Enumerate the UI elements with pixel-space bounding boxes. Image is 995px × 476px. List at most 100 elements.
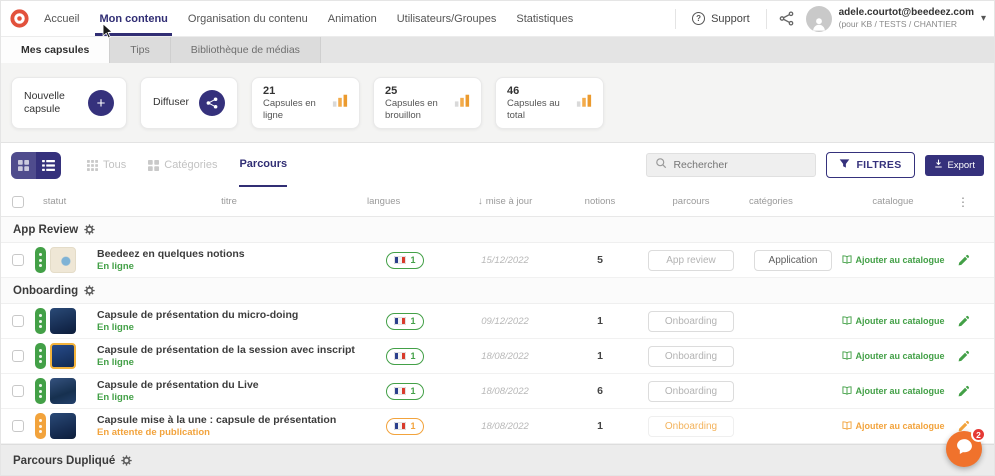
add-to-catalogue-link[interactable]: Ajouter au catalogue xyxy=(842,421,945,432)
capsule-thumbnail[interactable] xyxy=(50,413,76,439)
kebab-menu-icon[interactable]: ⋮ xyxy=(957,195,969,209)
nav-item-animation[interactable]: Animation xyxy=(328,1,377,36)
table-row[interactable]: Capsule de présentation du Live En ligne… xyxy=(1,374,994,409)
column-mise-a-jour[interactable]: ↓ mise à jour xyxy=(449,196,561,207)
edit-pencil-icon[interactable] xyxy=(957,350,970,363)
table-row[interactable]: Capsule de présentation de la session av… xyxy=(1,339,994,374)
support-button[interactable]: ? Support xyxy=(686,12,756,25)
row-checkbox[interactable] xyxy=(12,385,24,397)
table-header: statut titre langues ↓ mise à jour notio… xyxy=(1,187,994,217)
language-badge: 1 xyxy=(386,383,423,400)
capsule-title[interactable]: Beedeez en quelques notions xyxy=(97,248,245,260)
filters-button[interactable]: FILTRES xyxy=(826,152,914,178)
capsule-title[interactable]: Capsule de présentation du micro-doing xyxy=(97,309,298,321)
parcours-pill[interactable]: Onboarding xyxy=(648,416,734,437)
capsule-thumbnail[interactable] xyxy=(50,308,76,334)
bar-chart-icon xyxy=(332,93,348,113)
section-title: App Review xyxy=(13,224,78,236)
table-row[interactable]: Beedeez en quelques notions En ligne 1 1… xyxy=(1,243,994,278)
add-to-catalogue-link[interactable]: Ajouter au catalogue xyxy=(842,255,945,266)
stat-count: 46 xyxy=(507,85,567,97)
edit-pencil-icon[interactable] xyxy=(957,385,970,398)
list-toolbar: Tous Catégories Parcours FILTRES xyxy=(1,143,994,187)
capsule-title[interactable]: Capsule mise à la une : capsule de prése… xyxy=(97,414,336,426)
filter-parcours[interactable]: Parcours xyxy=(239,143,287,187)
share-icon[interactable] xyxy=(199,90,225,116)
capsule-status: En attente de publication xyxy=(97,427,210,438)
add-to-catalogue-link[interactable]: Ajouter au catalogue xyxy=(842,351,945,362)
edit-pencil-icon[interactable] xyxy=(957,254,970,267)
nav-item-accueil[interactable]: Accueil xyxy=(44,1,79,36)
add-to-catalogue-link[interactable]: Ajouter au catalogue xyxy=(842,386,945,397)
french-flag-icon xyxy=(394,422,406,430)
row-checkbox[interactable] xyxy=(12,350,24,362)
question-icon: ? xyxy=(692,12,705,25)
capsule-title[interactable]: Capsule de présentation du Live xyxy=(97,379,259,391)
chevron-down-icon[interactable]: ▾ xyxy=(981,13,986,24)
grid-view-icon[interactable] xyxy=(11,152,36,179)
nav-item-statistiques[interactable]: Statistiques xyxy=(516,1,573,36)
plus-icon[interactable]: + xyxy=(88,90,114,116)
status-badge xyxy=(35,247,46,273)
beedeez-logo-icon[interactable] xyxy=(9,1,30,36)
stat-label: Capsules au total xyxy=(507,98,567,122)
stat-label: Capsules en ligne xyxy=(263,98,323,122)
diffuse-card[interactable]: Diffuser xyxy=(140,77,238,129)
stat-count: 25 xyxy=(385,85,445,97)
tab-bibliotheque-medias[interactable]: Bibliothèque de médias xyxy=(171,37,321,63)
list-view-icon[interactable] xyxy=(36,152,61,179)
chat-widget-button[interactable]: 2 xyxy=(946,431,982,467)
section-header-app-review: App Review xyxy=(1,217,994,243)
filter-tous[interactable]: Tous xyxy=(87,143,126,187)
table-row[interactable]: Capsule de présentation du micro-doing E… xyxy=(1,304,994,339)
catalogue-book-icon xyxy=(842,316,852,327)
nav-item-utilisateurs[interactable]: Utilisateurs/Groupes xyxy=(397,1,497,36)
sort-desc-icon[interactable]: ↓ xyxy=(478,196,483,207)
divider xyxy=(675,9,676,29)
capsule-thumbnail[interactable] xyxy=(50,343,76,369)
capsule-thumbnail[interactable] xyxy=(50,378,76,404)
filter-categories[interactable]: Catégories xyxy=(148,143,217,187)
select-all-checkbox[interactable] xyxy=(12,196,24,208)
capsule-title[interactable]: Capsule de présentation de la session av… xyxy=(97,344,355,356)
tab-mes-capsules[interactable]: Mes capsules xyxy=(1,37,110,63)
gear-icon[interactable] xyxy=(121,455,132,466)
beedeez-app: Accueil Mon contenu Organisation du cont… xyxy=(0,0,995,476)
language-badge: 1 xyxy=(386,313,423,330)
capsule-thumbnail[interactable] xyxy=(50,247,76,273)
view-toggle[interactable] xyxy=(11,152,61,179)
avatar xyxy=(806,6,832,32)
row-checkbox[interactable] xyxy=(12,420,24,432)
parcours-pill[interactable]: Onboarding xyxy=(648,346,734,367)
notions-count: 1 xyxy=(597,350,603,362)
updated-date: 18/08/2022 xyxy=(481,351,529,362)
parcours-pill[interactable]: Onboarding xyxy=(648,311,734,332)
parcours-pill[interactable]: Onboarding xyxy=(648,381,734,402)
edit-pencil-icon[interactable] xyxy=(957,315,970,328)
export-button[interactable]: Export xyxy=(925,155,984,176)
section-title: Parcours Dupliqué xyxy=(13,455,115,467)
parcours-pill[interactable]: App review xyxy=(648,250,734,271)
row-checkbox[interactable] xyxy=(12,315,24,327)
new-capsule-card[interactable]: Nouvelle capsule + xyxy=(11,77,127,129)
nav-item-organisation[interactable]: Organisation du contenu xyxy=(188,1,308,36)
column-categories: catégories xyxy=(743,196,843,207)
user-menu[interactable]: adele.courtot@beedeez.com (pour KB / TES… xyxy=(806,6,986,32)
stat-card-capsules-total: 46 Capsules au total xyxy=(495,77,604,129)
search-box[interactable] xyxy=(646,153,816,177)
gear-icon[interactable] xyxy=(84,224,95,235)
nav-item-mon-contenu[interactable]: Mon contenu xyxy=(99,1,167,36)
search-input[interactable] xyxy=(673,159,807,171)
status-badge xyxy=(35,378,46,404)
bar-chart-icon xyxy=(454,93,470,113)
row-checkbox[interactable] xyxy=(12,254,24,266)
table-row[interactable]: Capsule mise à la une : capsule de prése… xyxy=(1,409,994,444)
new-capsule-label: Nouvelle capsule xyxy=(24,90,78,116)
share-network-icon[interactable] xyxy=(777,11,796,26)
tab-tips[interactable]: Tips xyxy=(110,37,170,63)
toolbar-right: FILTRES Export xyxy=(646,152,984,178)
navbar-right: ? Support adele.courtot@beedeez.com (pou… xyxy=(675,1,986,36)
gear-icon[interactable] xyxy=(84,285,95,296)
add-to-catalogue-link[interactable]: Ajouter au catalogue xyxy=(842,316,945,327)
category-pill[interactable]: Application xyxy=(754,250,832,271)
